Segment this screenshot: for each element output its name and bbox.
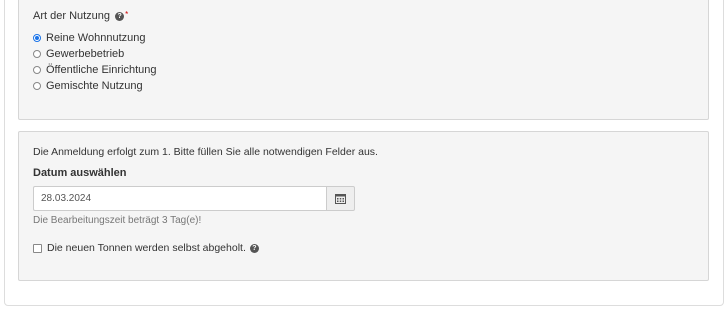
required-marker: *	[125, 10, 129, 19]
calendar-icon	[335, 194, 346, 204]
radio-button[interactable]	[33, 50, 41, 58]
registration-date-panel: Die Anmeldung erfolgt zum 1. Bitte fülle…	[18, 131, 709, 281]
date-label: Datum auswählen	[33, 167, 127, 179]
radio-button[interactable]	[33, 82, 41, 90]
calendar-button[interactable]	[326, 186, 355, 211]
usage-type-label: Art der Nutzung ? *	[33, 10, 128, 22]
radio-button[interactable]	[33, 34, 41, 42]
self-pickup-checkbox[interactable]	[33, 243, 42, 253]
usage-type-panel: Art der Nutzung ? * Reine Wohnnutzung Gew…	[18, 0, 709, 120]
date-picker	[33, 186, 355, 211]
radio-label: Gewerbebetrieb	[46, 48, 125, 60]
registration-info-text: Die Anmeldung erfolgt zum 1. Bitte fülle…	[33, 146, 378, 158]
self-pickup-label: Die neuen Tonnen werden selbst abgeholt.	[47, 242, 246, 254]
help-icon[interactable]: ?	[115, 11, 125, 21]
help-icon[interactable]: ?	[249, 243, 259, 253]
radio-option-commercial[interactable]: Gewerbebetrieb	[33, 47, 124, 61]
radio-label: Öffentliche Einrichtung	[46, 64, 157, 76]
radio-option-residential[interactable]: Reine Wohnnutzung	[33, 31, 145, 45]
radio-label: Reine Wohnnutzung	[46, 32, 146, 44]
self-pickup-checkbox-row[interactable]: Die neuen Tonnen werden selbst abgeholt.…	[33, 241, 259, 255]
radio-button[interactable]	[33, 66, 41, 74]
usage-type-label-text: Art der Nutzung	[33, 10, 111, 22]
radio-label: Gemischte Nutzung	[46, 80, 143, 92]
radio-option-public[interactable]: Öffentliche Einrichtung	[33, 63, 156, 77]
processing-time-hint: Die Bearbeitungszeit beträgt 3 Tag(e)!	[33, 215, 202, 226]
date-input[interactable]	[33, 186, 326, 211]
radio-option-mixed[interactable]: Gemischte Nutzung	[33, 79, 143, 93]
